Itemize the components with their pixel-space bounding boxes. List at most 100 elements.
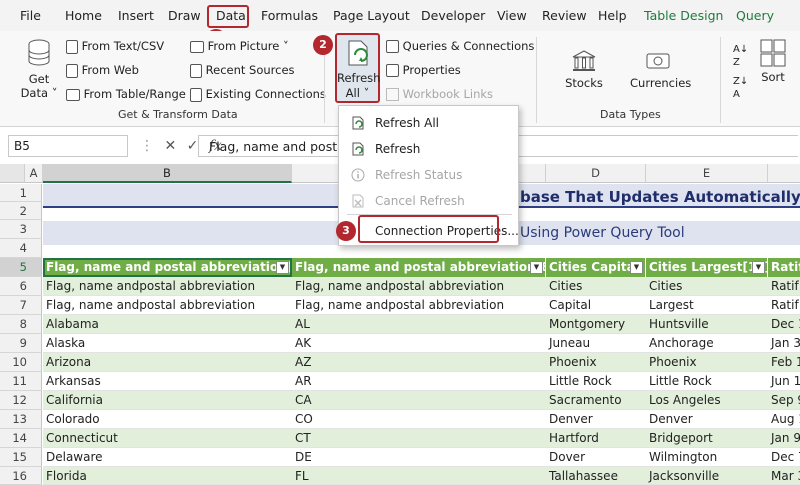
properties-button[interactable]: Properties [386,63,461,77]
table-cell[interactable]: Anchorage [646,334,768,353]
column-header-d[interactable]: D [546,164,646,183]
row-header[interactable]: 3 [0,220,42,239]
table-cell[interactable]: Jun 1 [768,372,800,391]
row-header[interactable]: 6 [0,277,42,296]
column-header-e[interactable]: E [646,164,768,183]
existing-connections-button[interactable]: Existing Connections [190,87,326,102]
filter-dropdown-icon[interactable]: ▼ [530,261,543,274]
table-cell[interactable]: Feb 1 [768,353,800,372]
table-cell[interactable]: Florida [43,467,292,485]
tab-table-design[interactable]: Table Design [644,8,723,23]
menu-item-refresh-status[interactable]: Refresh Status [339,162,518,188]
table-cell[interactable]: CA [292,391,546,410]
sort-ascending-button[interactable]: A↓ Z [733,43,748,69]
table-cell[interactable]: Denver [646,410,768,429]
stocks-button[interactable]: Stocks [562,49,606,90]
table-cell[interactable]: CO [292,410,546,429]
table-cell[interactable]: Montgomery [546,315,646,334]
table-cell[interactable]: AK [292,334,546,353]
filter-dropdown-icon[interactable]: ▼ [276,261,289,274]
table-cell[interactable]: Jan 9 [768,429,800,448]
table-cell[interactable]: Los Angeles [646,391,768,410]
table-cell[interactable]: Aug 1 [768,410,800,429]
row-header[interactable]: 14 [0,429,42,448]
currencies-button[interactable]: Currencies [630,49,691,90]
row-header[interactable]: 7 [0,296,42,315]
table-cell[interactable]: California [43,391,292,410]
table-cell[interactable]: Delaware [43,448,292,467]
table-cell[interactable]: Juneau [546,334,646,353]
filter-dropdown-icon[interactable]: ▼ [752,261,765,274]
workbook-links-button[interactable]: Workbook Links [386,87,493,101]
table-cell[interactable]: Dec 1 [768,315,800,334]
sort-descending-button[interactable]: Z↓ A [733,75,748,101]
tab-draw[interactable]: Draw [168,8,201,23]
table-cell[interactable]: AR [292,372,546,391]
table-cell[interactable]: Jacksonville [646,467,768,485]
row-header[interactable]: 1 [0,184,42,202]
table-cell[interactable]: Ratif [768,277,800,296]
table-cell[interactable]: Mar 3 [768,467,800,485]
table-cell[interactable]: Flag, name andpostal abbreviation [292,296,546,315]
table-cell[interactable]: Flag, name andpostal abbreviation [292,277,546,296]
table-cell[interactable]: Wilmington [646,448,768,467]
row-header[interactable]: 5 [0,258,42,277]
table-cell[interactable]: Alaska [43,334,292,353]
table-header-cell[interactable]: Flag, name and postal abbreviation[8] ▼ [43,258,292,277]
sort-button[interactable]: Sort [758,39,788,84]
menu-item-refresh[interactable]: Refresh [339,136,518,162]
row-header[interactable]: 16 [0,467,42,485]
get-data-button[interactable]: Get Data ˅ [18,39,60,100]
table-cell[interactable]: Sep 9 [768,391,800,410]
column-header-a[interactable]: A [25,164,43,183]
row-header[interactable]: 13 [0,410,42,429]
table-cell[interactable]: Phoenix [546,353,646,372]
table-cell[interactable]: Connecticut [43,429,292,448]
row-header[interactable]: 10 [0,353,42,372]
tab-help[interactable]: Help [598,8,627,23]
tab-file[interactable]: File [20,8,41,23]
tab-insert[interactable]: Insert [118,8,154,23]
table-cell[interactable]: AL [292,315,546,334]
table-cell[interactable]: Arkansas [43,372,292,391]
table-cell[interactable]: Little Rock [646,372,768,391]
table-cell[interactable]: CT [292,429,546,448]
refresh-all-button[interactable]: Refresh All ˅ [335,33,380,103]
table-header-cell[interactable]: Flag, name and postal abbreviation[8]2 ▼ [292,258,546,277]
table-cell[interactable]: Arizona [43,353,292,372]
from-table-range-button[interactable]: From Table/Range [66,87,186,101]
from-text-csv-button[interactable]: From Text/CSV [66,39,164,54]
tab-developer[interactable]: Developer [421,8,485,23]
column-header-f[interactable] [768,164,800,183]
table-header-cell[interactable]: Cities Capital ▼ [546,258,646,277]
table-cell[interactable]: Colorado [43,410,292,429]
column-header-b[interactable]: B [43,164,292,183]
table-cell[interactable]: Phoenix [646,353,768,372]
tab-page-layout[interactable]: Page Layout [333,8,410,23]
table-cell[interactable]: Tallahassee [546,467,646,485]
table-cell[interactable]: Cities [646,277,768,296]
filter-dropdown-icon[interactable]: ▼ [630,261,643,274]
table-cell[interactable]: Capital [546,296,646,315]
menu-item-refresh-all[interactable]: Refresh All [339,110,518,136]
table-cell[interactable]: AZ [292,353,546,372]
tab-review[interactable]: Review [542,8,587,23]
queries-connections-button[interactable]: Queries & Connections [386,39,534,53]
from-web-button[interactable]: From Web [66,63,139,78]
name-box[interactable]: B5 [8,135,128,157]
table-cell[interactable]: Little Rock [546,372,646,391]
table-cell[interactable]: Alabama [43,315,292,334]
enter-icon[interactable]: ✓ [187,138,199,154]
table-cell[interactable]: Sacramento [546,391,646,410]
row-header[interactable]: 9 [0,334,42,353]
table-cell[interactable]: Dover [546,448,646,467]
table-cell[interactable]: Flag, name andpostal abbreviation [43,277,292,296]
table-cell[interactable]: FL [292,467,546,485]
table-cell[interactable]: Dec 7 [768,448,800,467]
tab-view[interactable]: View [497,8,527,23]
table-header-cell[interactable]: Cities Largest[12] ▼ [646,258,768,277]
from-picture-button[interactable]: From Picture ˅ [190,39,289,53]
table-cell[interactable]: Hartford [546,429,646,448]
menu-item-cancel-refresh[interactable]: Cancel Refresh [339,188,518,214]
row-header[interactable]: 8 [0,315,42,334]
